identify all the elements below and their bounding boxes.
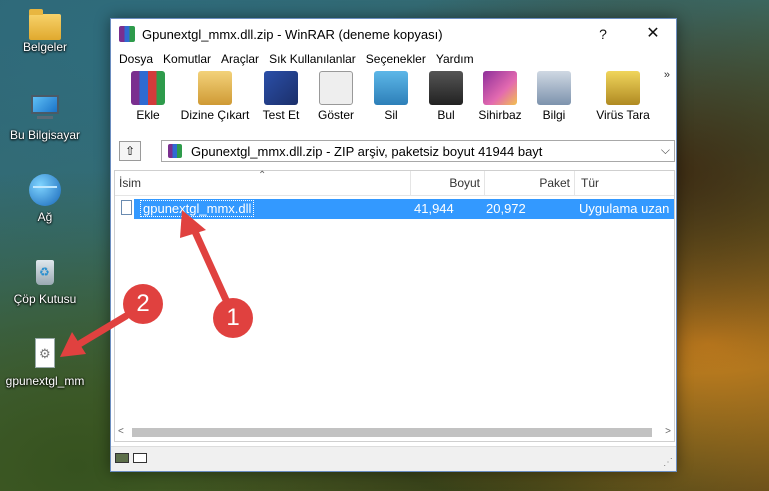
- test-label: Test Et: [262, 108, 300, 122]
- add-button[interactable]: Ekle: [123, 71, 173, 122]
- sort-arrow-icon: ⌃: [258, 170, 267, 181]
- list-header: İsim ⌃ Boyut Paket Tür: [115, 170, 675, 196]
- extract-folder-icon: [198, 71, 232, 105]
- status-bar: ⋰: [111, 446, 676, 471]
- glasses-icon: [319, 71, 353, 105]
- column-name-label: İsim: [119, 176, 141, 190]
- winrar-icon: [119, 26, 135, 42]
- up-folder-button[interactable]: ⇧: [119, 141, 141, 161]
- file-type: Uygulama uzan: [579, 201, 670, 216]
- view-button[interactable]: Göster: [314, 71, 358, 122]
- column-packed[interactable]: Paket: [485, 171, 575, 195]
- info-icon: [537, 71, 571, 105]
- chevron-down-icon[interactable]: ⌵: [661, 143, 670, 158]
- step-badge-2: 2: [123, 284, 163, 324]
- dll-file-icon: [29, 338, 61, 370]
- menu-help[interactable]: Yardım: [431, 49, 479, 69]
- extract-to-button[interactable]: Dizine Çıkart: [179, 71, 251, 122]
- scroll-left-icon[interactable]: <: [118, 426, 124, 437]
- scroll-right-icon[interactable]: >: [665, 426, 671, 437]
- virus-scan-icon: [606, 71, 640, 105]
- test-button[interactable]: Test Et: [259, 71, 303, 122]
- menu-file[interactable]: Dosya: [114, 49, 158, 69]
- info-button[interactable]: Bilgi: [536, 71, 572, 122]
- delete-button[interactable]: Sil: [373, 71, 409, 122]
- desktop-icon-label: gpunextgl_mm: [5, 374, 85, 388]
- help-button[interactable]: ?: [588, 23, 618, 45]
- view-label: Göster: [317, 108, 354, 122]
- column-type[interactable]: Tür: [575, 171, 675, 195]
- computer-icon: [29, 92, 61, 124]
- add-books-icon: [131, 71, 165, 105]
- horizontal-scrollbar[interactable]: < >: [115, 424, 674, 441]
- folder-icon: [29, 9, 61, 40]
- delete-label: Sil: [384, 108, 398, 122]
- file-packed: 20,972: [486, 201, 526, 216]
- title-bar[interactable]: Gpunextgl_mmx.dll.zip - WinRAR (deneme k…: [111, 19, 676, 49]
- wizard-label: Sihirbaz: [478, 108, 522, 122]
- delete-icon: [374, 71, 408, 105]
- resize-grip-icon[interactable]: ⋰: [663, 457, 673, 468]
- find-label: Bul: [437, 108, 455, 122]
- address-text: Gpunextgl_mmx.dll.zip - ZIP arşiv, paket…: [191, 144, 543, 159]
- column-name[interactable]: İsim ⌃: [115, 170, 411, 195]
- test-book-icon: [264, 71, 298, 105]
- address-row: ⇧ Gpunextgl_mmx.dll.zip - ZIP arşiv, pak…: [111, 139, 676, 165]
- desktop-icon-recycle-bin[interactable]: Çöp Kutusu: [0, 256, 90, 306]
- dll-file-icon: [121, 200, 132, 215]
- toolbar: Ekle Dizine Çıkart Test Et Göster Sil Bu…: [111, 69, 676, 127]
- key-icon[interactable]: [133, 453, 147, 463]
- menu-commands[interactable]: Komutlar: [158, 49, 216, 69]
- desktop-icon-label: Çöp Kutusu: [13, 292, 77, 306]
- address-bar[interactable]: Gpunextgl_mmx.dll.zip - ZIP arşiv, paket…: [161, 140, 675, 162]
- wizard-button[interactable]: Sihirbaz: [477, 71, 523, 122]
- drive-icon[interactable]: [115, 453, 129, 463]
- find-button[interactable]: Bul: [428, 71, 464, 122]
- menu-favorites[interactable]: Sık Kullanılanlar: [264, 49, 361, 69]
- wizard-icon: [483, 71, 517, 105]
- desktop-icon-network[interactable]: Ağ: [0, 174, 90, 224]
- table-row[interactable]: gpunextgl_mmx.dll 41,944 20,972 Uygulama…: [121, 199, 674, 219]
- desktop-icon-this-pc[interactable]: Bu Bilgisayar: [0, 92, 90, 142]
- binoculars-icon: [429, 71, 463, 105]
- column-size[interactable]: Boyut: [411, 171, 485, 195]
- file-size: 41,944: [414, 201, 454, 216]
- recycle-bin-icon: [29, 256, 61, 288]
- step-badge-1: 1: [213, 298, 253, 338]
- file-name: gpunextgl_mmx.dll: [140, 200, 255, 217]
- toolbar-more-icon[interactable]: »: [664, 69, 670, 81]
- network-icon: [29, 174, 61, 206]
- info-label: Bilgi: [542, 108, 566, 122]
- close-button[interactable]: ✕: [638, 23, 668, 45]
- desktop-icon-label: Ağ: [37, 210, 53, 224]
- desktop-icon-label: Bu Bilgisayar: [9, 128, 81, 142]
- menu-bar: Dosya Komutlar Araçlar Sık Kullanılanlar Seç…: [111, 49, 676, 69]
- window-title: Gpunextgl_mmx.dll.zip - WinRAR (deneme k…: [142, 27, 443, 42]
- archive-icon: [168, 144, 182, 158]
- menu-options[interactable]: Seçenekler: [361, 49, 431, 69]
- scroll-thumb[interactable]: [132, 428, 652, 437]
- desktop-icon-documents[interactable]: Belgeler: [0, 9, 90, 54]
- extract-label: Dizine Çıkart: [180, 108, 250, 122]
- virus-scan-label: Virüs Tara: [596, 108, 650, 122]
- menu-tools[interactable]: Araçlar: [216, 49, 264, 69]
- desktop-icon-label: Belgeler: [22, 40, 68, 54]
- desktop-icon-dll-file[interactable]: gpunextgl_mm: [0, 338, 90, 388]
- winrar-window: Gpunextgl_mmx.dll.zip - WinRAR (deneme k…: [110, 18, 677, 472]
- virus-scan-button[interactable]: Virüs Tara: [595, 71, 651, 122]
- file-list[interactable]: İsim ⌃ Boyut Paket Tür gpunextgl_mmx.dll …: [114, 170, 675, 442]
- add-label: Ekle: [136, 108, 160, 122]
